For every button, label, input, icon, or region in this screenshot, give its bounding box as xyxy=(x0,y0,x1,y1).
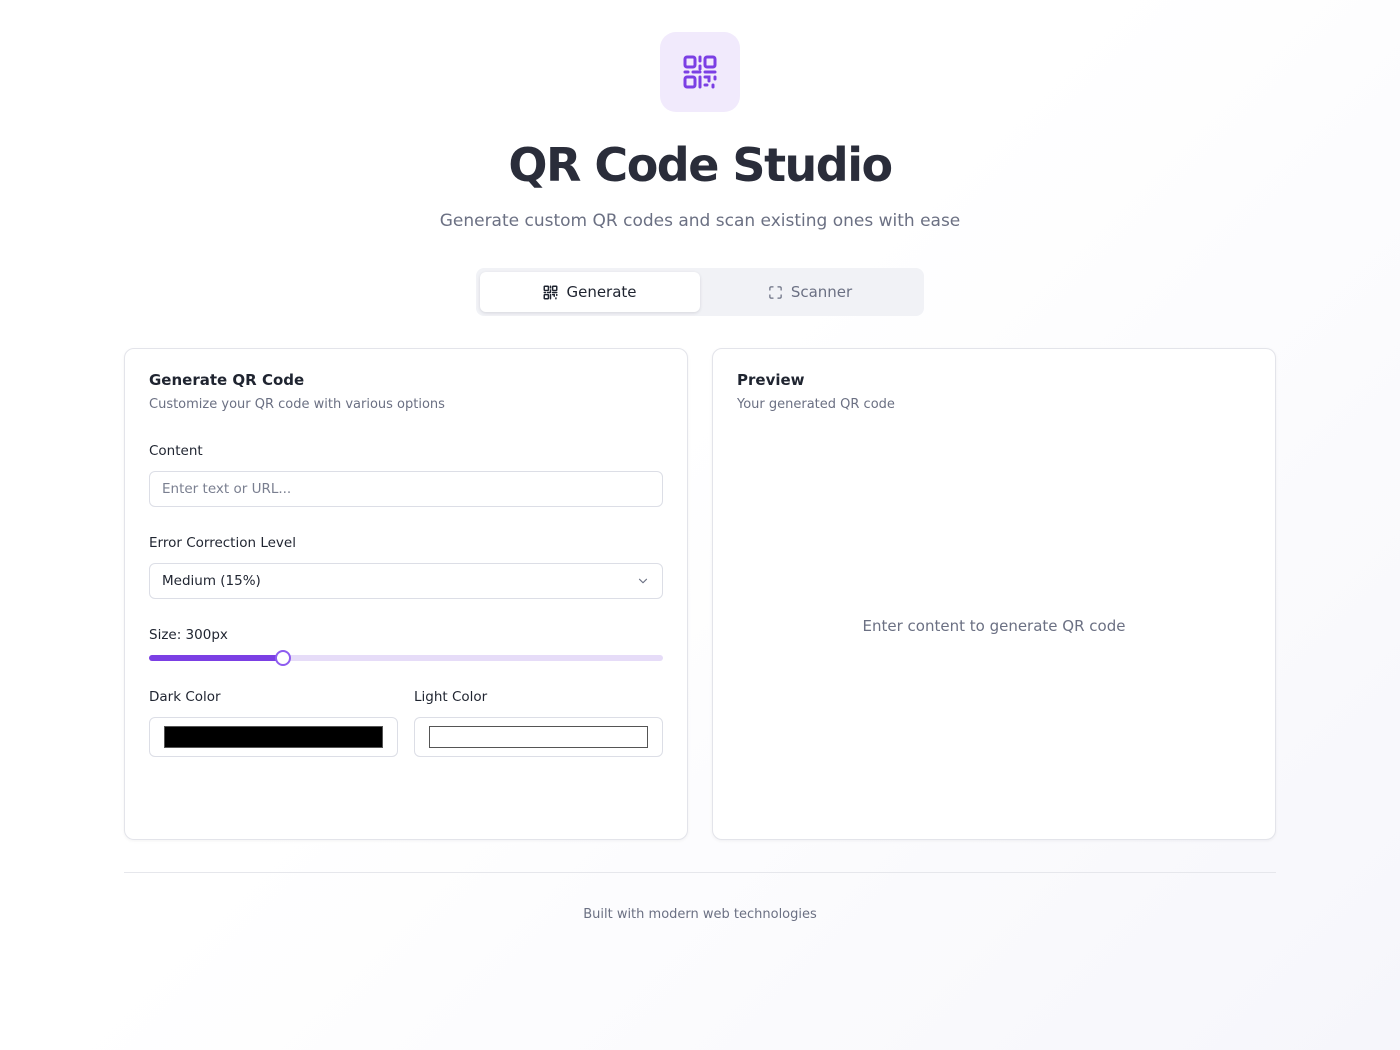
light-color-label: Light Color xyxy=(414,689,488,705)
tab-scanner-label: Scanner xyxy=(790,283,853,301)
mode-tabs: Generate Scanner xyxy=(476,268,924,316)
qr-code-icon xyxy=(543,285,558,299)
dark-color-label: Dark Color xyxy=(149,689,221,705)
generator-description: Customize your QR code with various opti… xyxy=(149,397,445,412)
generator-card: Generate QR Code Customize your QR code … xyxy=(124,348,688,840)
size-slider-thumb[interactable] xyxy=(274,650,291,666)
scan-frame-icon xyxy=(769,285,782,299)
tab-scanner[interactable]: Scanner xyxy=(700,272,920,312)
content-label: Content xyxy=(149,443,203,459)
tab-generate-label: Generate xyxy=(566,283,637,301)
size-label: Size: 300px xyxy=(149,627,228,643)
light-color-swatch xyxy=(429,726,648,748)
tab-generate[interactable]: Generate xyxy=(480,272,700,312)
size-slider-fill xyxy=(149,655,283,661)
chevron-down-icon xyxy=(638,578,648,584)
app-logo xyxy=(660,32,740,112)
page: QR Code Studio Generate custom QR codes … xyxy=(0,0,1400,1050)
app-title: QR Code Studio xyxy=(508,138,893,192)
footer-divider xyxy=(124,872,1276,873)
dark-color-swatch xyxy=(164,726,383,748)
dark-color-picker[interactable] xyxy=(149,717,398,757)
generator-title: Generate QR Code xyxy=(149,371,305,389)
app-subtitle: Generate custom QR codes and scan existi… xyxy=(439,211,961,231)
error-correction-select[interactable]: Medium (15%) xyxy=(149,563,663,599)
preview-description: Your generated QR code xyxy=(737,397,895,412)
preview-card: Preview Your generated QR code Enter con… xyxy=(712,348,1276,840)
preview-title: Preview xyxy=(737,371,805,389)
size-slider[interactable] xyxy=(149,650,663,666)
light-color-picker[interactable] xyxy=(414,717,663,757)
content-input[interactable] xyxy=(149,471,663,507)
error-correction-label: Error Correction Level xyxy=(149,535,296,551)
preview-empty-message: Enter content to generate QR code xyxy=(862,617,1126,635)
error-correction-value: Medium (15%) xyxy=(162,573,261,589)
qr-code-icon xyxy=(683,55,717,89)
footer-text: Built with modern web technologies xyxy=(583,907,817,922)
